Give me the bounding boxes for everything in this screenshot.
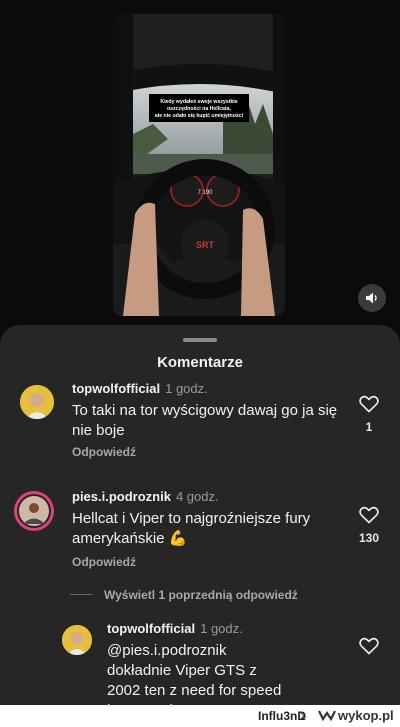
comment-username[interactable]: topwolfofficial 1 godz. — [72, 381, 208, 396]
username-text[interactable]: pies.i.podroznik — [72, 489, 171, 504]
video-player[interactable]: SRT 7 190 Kiedy wydałeś swoje wszystkie … — [113, 14, 285, 316]
comment-text: To taki na tor wyścigowy dawaj go ja się… — [72, 402, 338, 439]
comment-username[interactable]: pies.i.podroznik 4 godz. — [72, 489, 219, 504]
comment-time: 1 godz. — [200, 621, 243, 636]
avatar[interactable] — [20, 385, 54, 419]
drag-handle[interactable] — [183, 338, 217, 342]
like-count: 130 — [358, 531, 380, 545]
watermark-bar: Influ3nD z wykop.pl — [0, 705, 400, 727]
username-text[interactable]: topwolfofficial — [107, 621, 195, 636]
like-count: 1 — [365, 420, 373, 434]
sound-button[interactable] — [358, 284, 386, 312]
username-text[interactable]: topwolfofficial — [72, 381, 160, 396]
comment-time: 1 godz. — [165, 381, 208, 396]
video-frame: SRT 7 190 Kiedy wydałeś swoje wszystkie … — [113, 14, 285, 316]
sheet-title: Komentarze — [157, 354, 243, 371]
sound-icon — [366, 292, 377, 304]
overlay-caption-1: Kiedy wydałeś swoje wszystkie — [160, 99, 237, 105]
like-button[interactable]: 1 — [354, 395, 384, 434]
watermark-sep: z — [300, 709, 306, 723]
like-button[interactable]: 130 — [354, 506, 384, 545]
watermark-site: wykop.pl — [338, 708, 394, 723]
heart-icon — [359, 506, 379, 524]
comment-time: 4 godz. — [175, 489, 219, 504]
view-previous-label[interactable]: Wyświetl 1 poprzednią odpowiedź — [104, 588, 298, 602]
like-button[interactable] — [354, 637, 384, 660]
wykop-logo-icon: wykop.pl — [318, 708, 394, 723]
reply-button[interactable]: Odpowiedź — [72, 555, 136, 569]
overlay-caption-3: ale nie udało się kupić umiejętności — [155, 113, 244, 119]
view-previous-replies[interactable]: Wyświetl 1 poprzednią odpowiedź — [70, 586, 298, 604]
reply-button[interactable]: Odpowiedź — [72, 445, 136, 459]
heart-icon — [359, 637, 379, 655]
avatar[interactable] — [14, 491, 54, 531]
watermark-user: Influ3nD — [258, 709, 306, 723]
comments-sheet: Komentarze topwolfofficial 1 godz. To tak… — [0, 325, 400, 719]
dash-readout: 7 190 — [197, 190, 213, 196]
heart-icon — [359, 395, 379, 413]
comment-text: Hellcat i Viper to najgroźniejsze fury a… — [72, 510, 311, 547]
srt-badge: SRT — [196, 240, 215, 250]
avatar[interactable] — [62, 625, 92, 655]
overlay-caption-2: oszczędności na Hellcata, — [167, 106, 232, 112]
comment-username[interactable]: topwolfofficial 1 godz. — [107, 621, 243, 636]
thread-line — [70, 594, 92, 596]
